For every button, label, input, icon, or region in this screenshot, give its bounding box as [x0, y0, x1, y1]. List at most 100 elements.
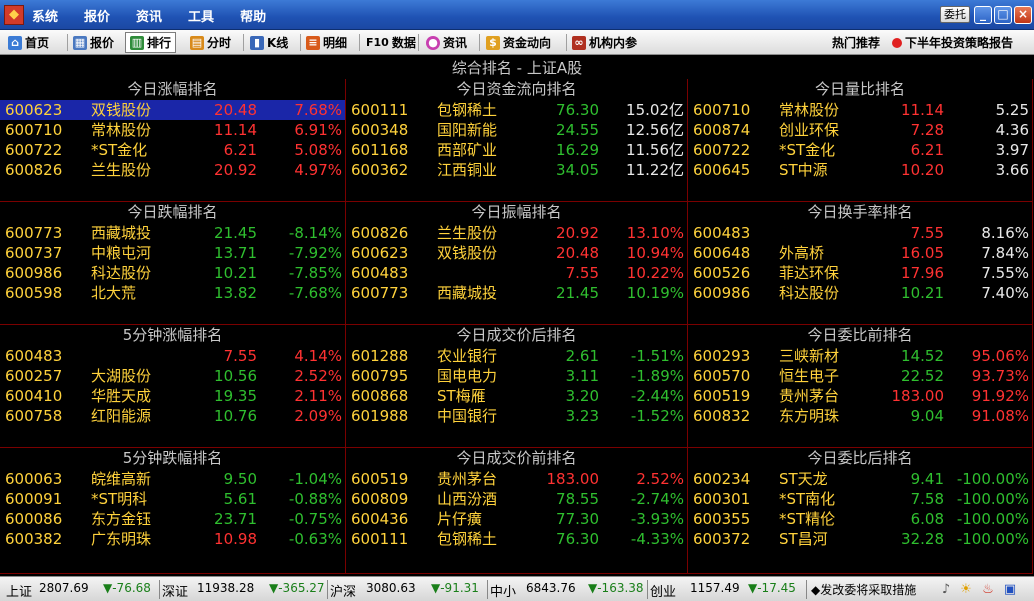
list-item[interactable]: 600710 常林股份 11.14 5.25 — [688, 100, 1032, 120]
panel-price-top-rank: 今日成交价前排名 600519 贵州茅台 183.00 2.52% 600809 山西汾… — [346, 448, 688, 574]
list-item[interactable]: 600737 中粮屯河 13.71 -7.92% — [0, 243, 345, 263]
list-item[interactable]: 600348 国阳新能 24.55 12.56亿 — [346, 120, 687, 140]
list-item[interactable]: 600355 *ST精伦 6.08 -100.00% — [688, 509, 1032, 529]
panel-order-ratio-top-rank: 今日委比前排名 600293 三峡新材 14.52 95.06% 600570 恒生电子… — [688, 325, 1033, 448]
list-item[interactable]: 600722 *ST金化 6.21 3.97 — [688, 140, 1032, 160]
list-item[interactable]: 600809 山西汾酒 78.55 -2.74% — [346, 489, 687, 509]
list-item[interactable]: 600710 常林股份 11.14 6.91% — [0, 120, 345, 140]
home-button[interactable]: ⌂ 首页 — [8, 32, 49, 53]
list-item[interactable]: 600436 片仔癀 77.30 -3.93% — [346, 509, 687, 529]
app-logo-icon: ◆ — [4, 5, 24, 25]
list-item[interactable]: 600526 菲达环保 17.96 7.55% — [688, 263, 1032, 283]
close-icon[interactable]: × — [1014, 6, 1032, 24]
list-item[interactable]: 600410 华胜天成 19.35 2.11% — [0, 386, 345, 406]
status-bar: 上证 2807.69 ▼-76.68 深证 11938.28 ▼-365.27 … — [0, 576, 1034, 601]
list-item[interactable]: 601288 农业银行 2.61 -1.51% — [346, 346, 687, 366]
list-item[interactable]: 600773 西藏城投 21.45 -8.14% — [0, 223, 345, 243]
menu-news[interactable]: 资讯 — [136, 6, 162, 25]
panel-5min-rise-rank: 5分钟涨幅排名 600483 7.55 4.14% 600257 大湖股份 10.56 2… — [0, 325, 346, 448]
news-button[interactable]: ● 资讯 — [426, 32, 467, 53]
monitor-icon[interactable]: ▣ — [1002, 582, 1018, 598]
bell-icon[interactable]: ♪ — [938, 582, 954, 598]
index-label-sh[interactable]: 上证 — [6, 581, 32, 600]
list-item[interactable]: 600826 兰生股份 20.92 4.97% — [0, 160, 345, 180]
menu-help[interactable]: 帮助 — [240, 6, 266, 25]
list-item[interactable]: 600372 ST昌河 32.28 -100.00% — [688, 529, 1032, 549]
list-item[interactable]: 600301 *ST南化 7.58 -100.00% — [688, 489, 1032, 509]
list-item[interactable]: 600257 大湖股份 10.56 2.52% — [0, 366, 345, 386]
list-item[interactable]: 600111 包钢稀土 76.30 -4.33% — [346, 529, 687, 549]
list-item[interactable]: 600832 东方明珠 9.04 91.08% — [688, 406, 1032, 426]
list-item[interactable]: 600986 科达股份 10.21 7.40% — [688, 283, 1032, 303]
minimize-icon[interactable]: _ — [974, 6, 992, 24]
strategy-report-link[interactable]: 下半年投资策略报告 — [892, 32, 1013, 53]
panel-fund-flow-rank: 今日资金流向排名 600111 包钢稀土 76.30 15.02亿 600348 国阳新… — [346, 79, 688, 202]
detail-icon: ≡ — [306, 35, 320, 50]
detail-button[interactable]: ≡ 明细 — [306, 32, 347, 53]
hot-recommend-link[interactable]: 热门推荐 — [832, 32, 880, 53]
list-item[interactable]: 600758 红阳能源 10.76 2.09% — [0, 406, 345, 426]
kline-icon: ▮ — [250, 35, 264, 50]
list-item[interactable]: 600234 ST天龙 9.41 -100.00% — [688, 469, 1032, 489]
index-change-sz: ▼-365.27 — [269, 581, 325, 595]
panel-title: 今日涨幅排名 — [127, 80, 218, 98]
list-item[interactable]: 600483 7.55 8.16% — [688, 223, 1032, 243]
index-label-hs[interactable]: 沪深 — [330, 581, 356, 600]
list-item[interactable]: 601988 中国银行 3.23 -1.52% — [346, 406, 687, 426]
list-item[interactable]: 600826 兰生股份 20.92 13.10% — [346, 223, 687, 243]
rank-button[interactable]: ▥ 排行 — [125, 32, 177, 53]
list-item[interactable]: 600645 ST中源 10.20 3.66 — [688, 160, 1032, 180]
list-item[interactable]: 600382 广东明珠 10.98 -0.63% — [0, 529, 345, 549]
index-label-cy[interactable]: 创业 — [650, 581, 676, 600]
fund-flow-icon: $ — [486, 35, 500, 50]
bar-chart-icon: ▥ — [130, 35, 144, 50]
list-item[interactable]: 600063 皖维高新 9.50 -1.04% — [0, 469, 345, 489]
index-change-sh: ▼-76.68 — [103, 581, 151, 595]
list-item[interactable]: 600086 东方金钰 23.71 -0.75% — [0, 509, 345, 529]
list-item[interactable]: 601168 西部矿业 16.29 11.56亿 — [346, 140, 687, 160]
list-item[interactable]: 600773 西藏城投 21.45 10.19% — [346, 283, 687, 303]
institution-button[interactable]: ∞ 机构内参 — [572, 32, 637, 53]
table-icon: ▦ — [73, 35, 87, 50]
menu-system[interactable]: 系统 — [32, 6, 58, 25]
list-item[interactable]: 600519 贵州茅台 183.00 91.92% — [688, 386, 1032, 406]
f10-data-button[interactable]: F10 数据 — [366, 32, 416, 53]
list-item[interactable]: 600570 恒生电子 22.52 93.73% — [688, 366, 1032, 386]
list-item[interactable]: 600868 ST梅雁 3.20 -2.44% — [346, 386, 687, 406]
menu-tools[interactable]: 工具 — [188, 6, 214, 25]
index-value-sh: 2807.69 — [39, 581, 89, 595]
list-item[interactable]: 600598 北大荒 13.82 -7.68% — [0, 283, 345, 303]
list-item[interactable]: 600483 7.55 10.22% — [346, 263, 687, 283]
list-item[interactable]: 600623 双钱股份 20.48 10.94% — [346, 243, 687, 263]
timeshare-button[interactable]: ▤ 分时 — [190, 32, 231, 53]
panel-price-bottom-rank: 今日成交价后排名 601288 农业银行 2.61 -1.51% 600795 国电电力… — [346, 325, 688, 448]
index-label-sz[interactable]: 深证 — [162, 581, 188, 600]
list-item[interactable]: 600519 贵州茅台 183.00 2.52% — [346, 469, 687, 489]
weituo-button[interactable]: 委托 — [940, 6, 970, 23]
toolbar: ⌂ 首页 ▦ 报价 ▥ 排行 ▤ 分时 ▮ K线 ≡ 明细 F10 数据 ● 资讯 $ 资金动向 … — [0, 30, 1034, 55]
index-value-cy: 1157.49 — [690, 581, 740, 595]
fund-flow-button[interactable]: $ 资金动向 — [486, 32, 551, 53]
list-item[interactable]: 600483 7.55 4.14% — [0, 346, 345, 366]
list-item[interactable]: 600986 科达股份 10.21 -7.85% — [0, 263, 345, 283]
list-item[interactable]: 600623 双钱股份 20.48 7.68% — [0, 100, 345, 120]
sun-icon[interactable]: ☀ — [958, 582, 974, 598]
index-label-zx[interactable]: 中小 — [490, 581, 516, 600]
maximize-icon[interactable]: □ — [994, 6, 1012, 24]
binoculars-icon: ∞ — [572, 35, 586, 50]
list-item[interactable]: 600293 三峡新材 14.52 95.06% — [688, 346, 1032, 366]
news-ticker[interactable]: ◆发改委将采取措施 — [811, 581, 934, 598]
list-item[interactable]: 600795 国电电力 3.11 -1.89% — [346, 366, 687, 386]
menu-quote[interactable]: 报价 — [84, 6, 110, 25]
list-item[interactable]: 600362 江西铜业 34.05 11.22亿 — [346, 160, 687, 180]
list-item[interactable]: 600111 包钢稀土 76.30 15.02亿 — [346, 100, 687, 120]
list-item[interactable]: 600722 *ST金化 6.21 5.08% — [0, 140, 345, 160]
quote-button[interactable]: ▦ 报价 — [73, 32, 114, 53]
list-item[interactable]: 600874 创业环保 7.28 4.36 — [688, 120, 1032, 140]
kline-button[interactable]: ▮ K线 — [250, 32, 288, 53]
index-change-cy: ▼-17.45 — [748, 581, 796, 595]
list-item[interactable]: 600091 *ST明科 5.61 -0.88% — [0, 489, 345, 509]
panel-title: 今日换手率排名 — [807, 203, 913, 221]
list-item[interactable]: 600648 外高桥 16.05 7.84% — [688, 243, 1032, 263]
alert-icon[interactable]: ♨ — [980, 582, 996, 598]
